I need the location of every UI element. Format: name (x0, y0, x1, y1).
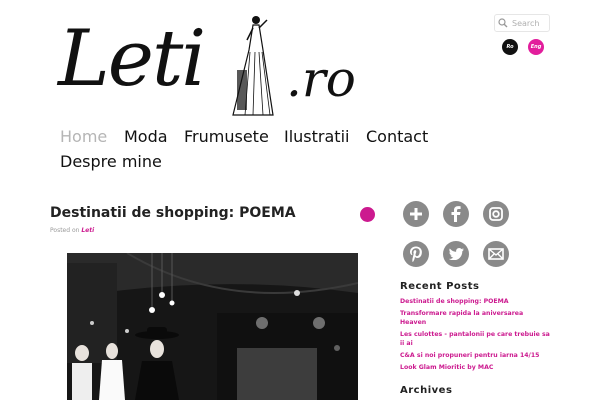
recent-post-link[interactable]: C&A si noi propuneri pentru iarna 14/15 (400, 351, 550, 360)
twitter-icon[interactable] (443, 241, 469, 267)
store-interior-photo (67, 253, 358, 400)
nav-item-home[interactable]: Home (60, 127, 107, 146)
archives-title: Archives (400, 385, 453, 396)
nav-item-frumusete[interactable]: Frumusete (184, 127, 269, 146)
facebook-icon[interactable] (443, 201, 469, 227)
post-meta: Posted on Leti (50, 227, 94, 234)
posted-prefix: Posted on (50, 227, 80, 234)
post-author-link[interactable]: Leti (81, 227, 94, 234)
comment-bubble-icon[interactable] (360, 207, 375, 222)
post-title[interactable]: Destinatii de shopping: POEMA (50, 205, 296, 221)
language-ro-button[interactable]: Ro (502, 39, 518, 55)
recent-posts-list: Destinatii de shopping: POEMA Transforma… (400, 297, 550, 375)
recent-post-link[interactable]: Destinatii de shopping: POEMA (400, 297, 550, 306)
search-icon (498, 18, 508, 28)
recent-post-link[interactable]: Les culottes - pantalonii pe care trebui… (400, 330, 550, 348)
logo-text: Leti (58, 14, 206, 104)
search-box[interactable] (494, 14, 550, 32)
logo-suffix: .ro (286, 50, 356, 108)
email-icon[interactable] (483, 241, 509, 267)
plus-icon[interactable] (403, 201, 429, 227)
search-input[interactable] (512, 18, 548, 28)
nav-item-contact[interactable]: Contact (366, 127, 428, 146)
recent-posts-title: Recent Posts (400, 281, 480, 292)
nav-item-ilustratii[interactable]: Ilustratii (284, 127, 349, 146)
language-eng-button[interactable]: Eng (528, 39, 544, 55)
post-image (67, 253, 358, 400)
nav-item-despre-mine[interactable]: Despre mine (60, 152, 162, 171)
site-logo[interactable]: Leti .ro (58, 8, 388, 120)
recent-post-link[interactable]: Transformare rapida la aniversarea Heave… (400, 309, 550, 327)
recent-post-link[interactable]: Look Glam Mioritic by MAC (400, 363, 550, 372)
nav-item-moda[interactable]: Moda (124, 127, 168, 146)
instagram-icon[interactable] (483, 201, 509, 227)
pinterest-icon[interactable] (403, 241, 429, 267)
logo-figure-illustration (232, 16, 274, 116)
